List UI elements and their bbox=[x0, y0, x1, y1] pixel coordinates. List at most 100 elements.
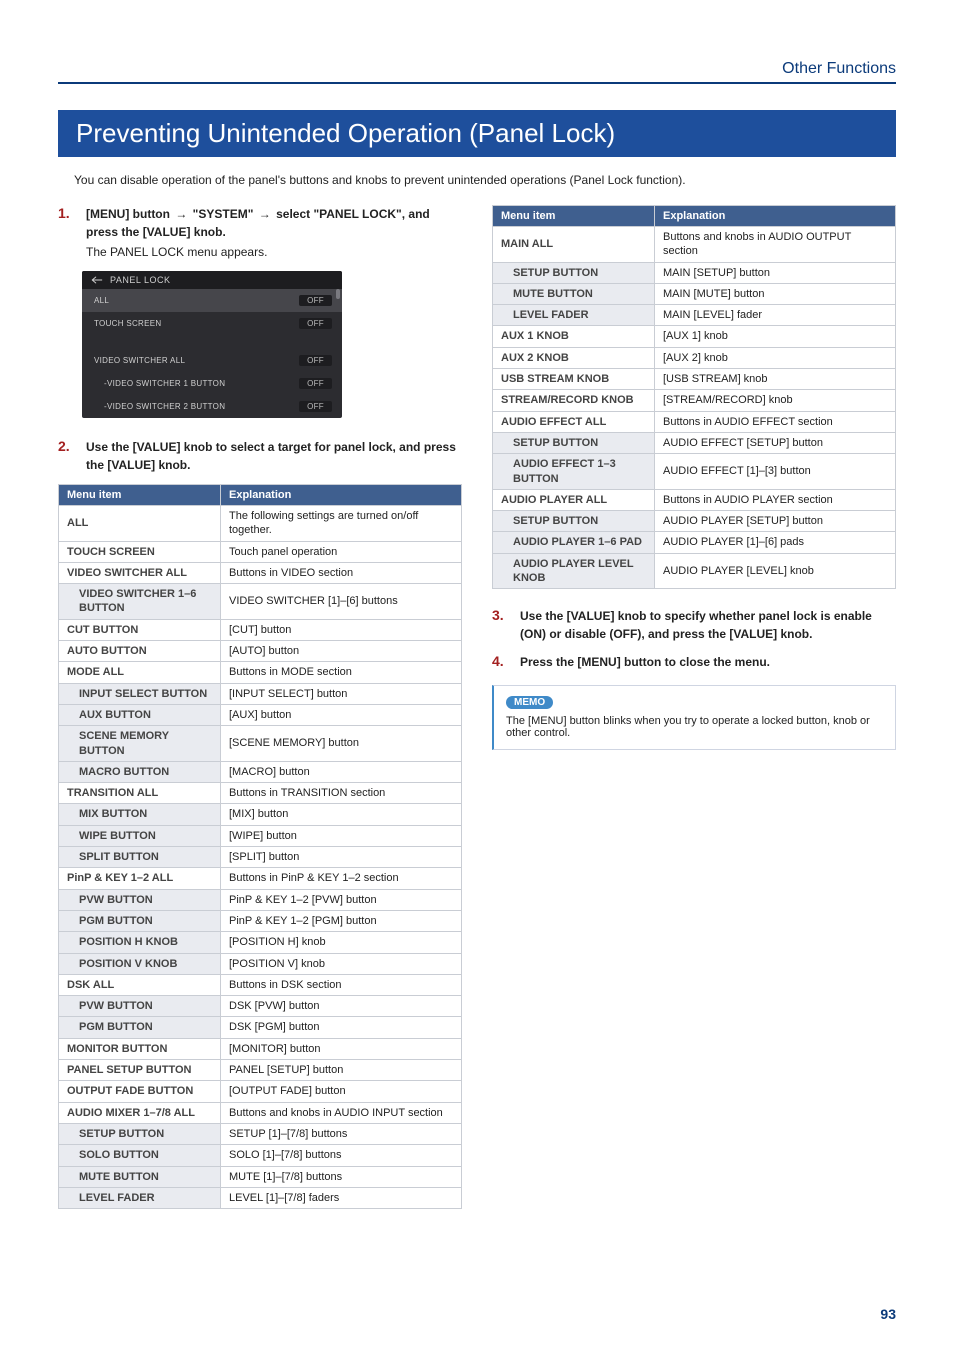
menu-item-cell: SETUP BUTTON bbox=[493, 432, 655, 453]
menu-item-cell: MACRO BUTTON bbox=[59, 761, 221, 782]
table-row: PVW BUTTONDSK [PVW] button bbox=[59, 996, 462, 1017]
explanation-cell: DSK [PVW] button bbox=[221, 996, 462, 1017]
table-row: MODE ALLButtons in MODE section bbox=[59, 662, 462, 683]
menu-item-cell: PANEL SETUP BUTTON bbox=[59, 1060, 221, 1081]
explanation-cell: AUDIO EFFECT [1]–[3] button bbox=[655, 454, 896, 490]
table-row: MUTE BUTTONMUTE [1]–[7/8] buttons bbox=[59, 1166, 462, 1187]
step-number: 4. bbox=[492, 653, 510, 671]
explanation-cell: Buttons and knobs in AUDIO OUTPUT sectio… bbox=[655, 227, 896, 263]
explanation-cell: [SPLIT] button bbox=[221, 847, 462, 868]
panel-row-label: -VIDEO SWITCHER 1 BUTTON bbox=[104, 379, 225, 388]
panel-lock-table-a: Menu item Explanation ALLThe following s… bbox=[58, 484, 462, 1209]
explanation-cell: Buttons in DSK section bbox=[221, 974, 462, 995]
table-row: AUDIO EFFECT 1–3 BUTTONAUDIO EFFECT [1]–… bbox=[493, 454, 896, 490]
table-row: PGM BUTTONDSK [PGM] button bbox=[59, 1017, 462, 1038]
explanation-cell: PinP & KEY 1–2 [PVW] button bbox=[221, 889, 462, 910]
menu-item-cell: AUDIO EFFECT 1–3 BUTTON bbox=[493, 454, 655, 490]
table-row: PVW BUTTONPinP & KEY 1–2 [PVW] button bbox=[59, 889, 462, 910]
panel-row-value: OFF bbox=[299, 378, 332, 389]
table-row: USB STREAM KNOB[USB STREAM] knob bbox=[493, 369, 896, 390]
panel-row-label: ALL bbox=[94, 296, 109, 305]
step-1-title: [MENU] button → "SYSTEM" → select "PANEL… bbox=[86, 205, 462, 241]
menu-item-cell: AUTO BUTTON bbox=[59, 641, 221, 662]
table-row: AUX 2 KNOB[AUX 2] knob bbox=[493, 347, 896, 368]
panel-lock-table-b: Menu item Explanation MAIN ALLButtons an… bbox=[492, 205, 896, 589]
explanation-cell: [AUTO] button bbox=[221, 641, 462, 662]
explanation-cell: [STREAM/RECORD] knob bbox=[655, 390, 896, 411]
explanation-cell: [MACRO] button bbox=[221, 761, 462, 782]
menu-item-cell: TRANSITION ALL bbox=[59, 783, 221, 804]
table-row: LEVEL FADERLEVEL [1]–[7/8] faders bbox=[59, 1187, 462, 1208]
table-row: DSK ALLButtons in DSK section bbox=[59, 974, 462, 995]
panel-row-all[interactable]: ALL OFF bbox=[82, 289, 342, 312]
menu-item-cell: VIDEO SWITCHER ALL bbox=[59, 562, 221, 583]
menu-item-cell: MONITOR BUTTON bbox=[59, 1038, 221, 1059]
column-left: 1. [MENU] button → "SYSTEM" → select "PA… bbox=[58, 205, 462, 1209]
table-row: AUX 1 KNOB[AUX 1] knob bbox=[493, 326, 896, 347]
table-row: TOUCH SCREENTouch panel operation bbox=[59, 541, 462, 562]
menu-item-cell: MUTE BUTTON bbox=[493, 283, 655, 304]
panel-row-value: OFF bbox=[299, 355, 332, 366]
explanation-cell: Buttons in VIDEO section bbox=[221, 562, 462, 583]
table-row: CUT BUTTON[CUT] button bbox=[59, 619, 462, 640]
explanation-cell: Buttons in AUDIO PLAYER section bbox=[655, 489, 896, 510]
back-icon[interactable] bbox=[90, 275, 104, 285]
panel-row-vs2[interactable]: -VIDEO SWITCHER 2 BUTTON OFF bbox=[82, 395, 342, 418]
menu-item-cell: USB STREAM KNOB bbox=[493, 369, 655, 390]
table-row: AUX BUTTON[AUX] button bbox=[59, 704, 462, 725]
menu-item-cell: TOUCH SCREEN bbox=[59, 541, 221, 562]
explanation-cell: AUDIO PLAYER [SETUP] button bbox=[655, 511, 896, 532]
page-number: 93 bbox=[880, 1306, 896, 1322]
table-row: MAIN ALLButtons and knobs in AUDIO OUTPU… bbox=[493, 227, 896, 263]
explanation-cell: [AUX 2] knob bbox=[655, 347, 896, 368]
panel-row-vs1[interactable]: -VIDEO SWITCHER 1 BUTTON OFF bbox=[82, 372, 342, 395]
col-header-explanation: Explanation bbox=[655, 206, 896, 227]
menu-item-cell: STREAM/RECORD KNOB bbox=[493, 390, 655, 411]
menu-item-cell: PGM BUTTON bbox=[59, 910, 221, 931]
table-row: SETUP BUTTONAUDIO PLAYER [SETUP] button bbox=[493, 511, 896, 532]
explanation-cell: Buttons in PinP & KEY 1–2 section bbox=[221, 868, 462, 889]
arrow-icon: → bbox=[175, 205, 187, 223]
column-right: Menu item Explanation MAIN ALLButtons an… bbox=[492, 205, 896, 1209]
menu-item-cell: LEVEL FADER bbox=[59, 1187, 221, 1208]
explanation-cell: [AUX 1] knob bbox=[655, 326, 896, 347]
table-row: AUTO BUTTON[AUTO] button bbox=[59, 641, 462, 662]
explanation-cell: [OUTPUT FADE] button bbox=[221, 1081, 462, 1102]
menu-item-cell: DSK ALL bbox=[59, 974, 221, 995]
table-row: VIDEO SWITCHER ALLButtons in VIDEO secti… bbox=[59, 562, 462, 583]
explanation-cell: [USB STREAM] knob bbox=[655, 369, 896, 390]
panel-title: PANEL LOCK bbox=[110, 275, 171, 285]
col-header-menu-item: Menu item bbox=[493, 206, 655, 227]
panel-row-touch[interactable]: TOUCH SCREEN OFF bbox=[82, 312, 342, 335]
menu-item-cell: PVW BUTTON bbox=[59, 889, 221, 910]
table-row: SPLIT BUTTON[SPLIT] button bbox=[59, 847, 462, 868]
explanation-cell: Buttons and knobs in AUDIO INPUT section bbox=[221, 1102, 462, 1123]
menu-item-cell: SPLIT BUTTON bbox=[59, 847, 221, 868]
panel-row-label: TOUCH SCREEN bbox=[94, 319, 161, 328]
panel-row-vs-all[interactable]: VIDEO SWITCHER ALL OFF bbox=[82, 349, 342, 372]
col-header-menu-item: Menu item bbox=[59, 485, 221, 506]
menu-item-cell: PVW BUTTON bbox=[59, 996, 221, 1017]
table-row: LEVEL FADERMAIN [LEVEL] fader bbox=[493, 305, 896, 326]
table-row: PGM BUTTONPinP & KEY 1–2 [PGM] button bbox=[59, 910, 462, 931]
table-row: OUTPUT FADE BUTTON[OUTPUT FADE] button bbox=[59, 1081, 462, 1102]
col-header-explanation: Explanation bbox=[221, 485, 462, 506]
panel-row-value: OFF bbox=[299, 401, 332, 412]
step-2: 2. Use the [VALUE] knob to select a targ… bbox=[58, 438, 462, 474]
panel-titlebar: PANEL LOCK bbox=[82, 271, 342, 289]
explanation-cell: AUDIO PLAYER [1]–[6] pads bbox=[655, 532, 896, 553]
scrollbar-thumb[interactable] bbox=[336, 289, 340, 299]
memo-badge: MEMO bbox=[506, 696, 553, 709]
table-row: POSITION V KNOB[POSITION V] knob bbox=[59, 953, 462, 974]
explanation-cell: Buttons in MODE section bbox=[221, 662, 462, 683]
explanation-cell: VIDEO SWITCHER [1]–[6] buttons bbox=[221, 584, 462, 620]
step-1-result: The PANEL LOCK menu appears. bbox=[86, 243, 462, 261]
step-number: 1. bbox=[58, 205, 76, 261]
table-row: MONITOR BUTTON[MONITOR] button bbox=[59, 1038, 462, 1059]
menu-item-cell: AUDIO MIXER 1–7/8 ALL bbox=[59, 1102, 221, 1123]
table-row: SCENE MEMORY BUTTON[SCENE MEMORY] button bbox=[59, 726, 462, 762]
panel-row-label: -VIDEO SWITCHER 2 BUTTON bbox=[104, 402, 225, 411]
step-4: 4. Press the [MENU] button to close the … bbox=[492, 653, 896, 671]
table-row: WIPE BUTTON[WIPE] button bbox=[59, 825, 462, 846]
explanation-cell: SOLO [1]–[7/8] buttons bbox=[221, 1145, 462, 1166]
